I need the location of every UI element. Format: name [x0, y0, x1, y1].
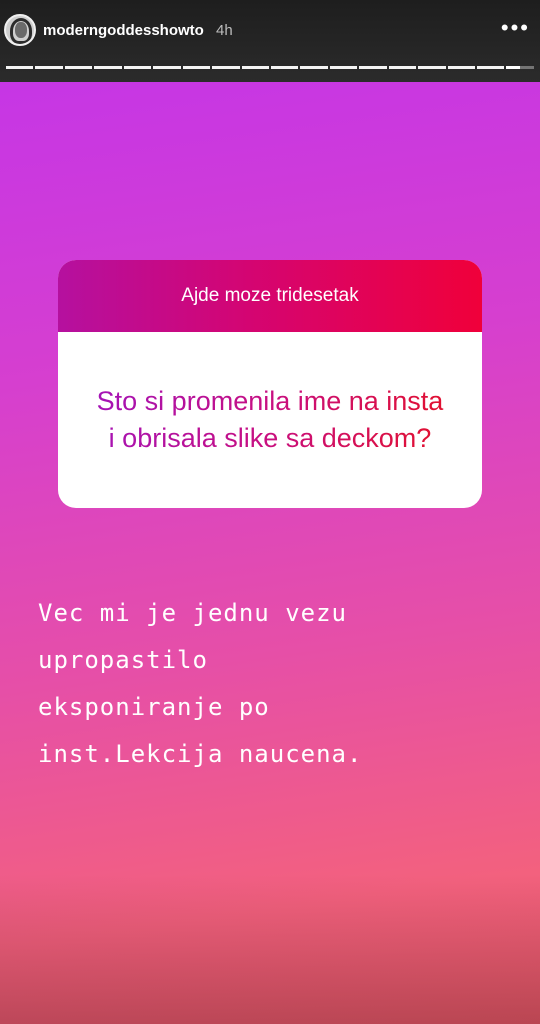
progress-segment [388, 66, 417, 69]
progress-segment [153, 66, 181, 69]
progress-segment [329, 66, 358, 69]
progress-segment [418, 66, 446, 69]
question-sticker: Ajde moze tridesetak Sto si promenila im… [58, 260, 482, 508]
progress-segment [270, 66, 299, 69]
progress-segment [359, 66, 387, 69]
story-timestamp: 4h [216, 22, 233, 39]
progress-segment [241, 66, 269, 69]
story-content[interactable]: Ajde moze tridesetak Sto si promenila im… [0, 82, 540, 1024]
answer-text: Vec mi je jednu vezu upropastilo eksponi… [38, 599, 363, 768]
bottom-shade [0, 874, 540, 1024]
progress-segment [6, 66, 34, 69]
story-header: moderngoddesshowto 4h ••• [0, 0, 540, 82]
question-sticker-prompt: Ajde moze tridesetak [181, 285, 359, 306]
avatar-face [15, 22, 27, 38]
progress-segment [506, 66, 534, 69]
more-dots-icon[interactable]: ••• [501, 17, 530, 39]
progress-segment [182, 66, 211, 69]
question-sticker-header: Ajde moze tridesetak [58, 260, 482, 332]
story-progress-bar [6, 66, 534, 69]
progress-segment [447, 66, 475, 69]
progress-segment [94, 66, 122, 69]
avatar[interactable] [4, 14, 36, 46]
question-sticker-body: Sto si promenila ime na insta i obrisala… [58, 332, 482, 508]
question-text: Sto si promenila ime na insta i obrisala… [92, 383, 448, 457]
progress-segment [300, 66, 328, 69]
username[interactable]: moderngoddesshowto [43, 22, 204, 39]
progress-segment [64, 66, 93, 69]
progress-segment [477, 66, 505, 69]
progress-segment [212, 66, 240, 69]
progress-segment [35, 66, 63, 69]
progress-segment [123, 66, 152, 69]
